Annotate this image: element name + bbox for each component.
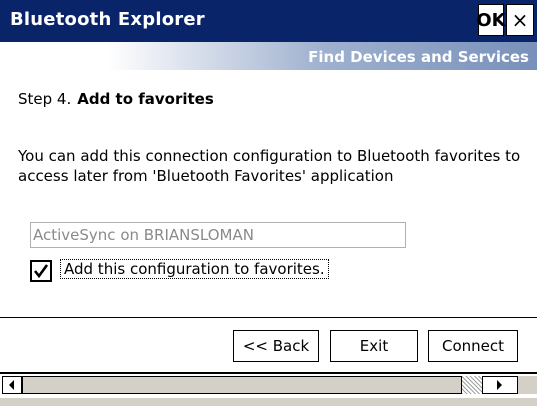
horizontal-scrollbar[interactable] [0, 372, 537, 398]
scrollbar-track[interactable] [462, 376, 482, 394]
favorites-checkbox-label[interactable]: Add this configuration to favorites. [60, 259, 329, 279]
step-heading: Step 4. Add to favorites [18, 90, 214, 108]
right-arrow-icon [497, 380, 502, 390]
exit-button[interactable]: Exit [330, 330, 418, 362]
scrollbar-thumb[interactable] [22, 376, 462, 394]
step-title: Add to favorites [77, 90, 214, 108]
title-bar: Bluetooth Explorer OK × [0, 0, 537, 42]
description-text: You can add this connection configuratio… [18, 147, 521, 185]
scroll-left-button[interactable] [2, 376, 22, 394]
section-header-title: Find Devices and Services [308, 48, 529, 66]
step-number: Step 4. [18, 90, 72, 108]
checkmark-icon [33, 264, 49, 279]
close-button[interactable]: × [506, 4, 534, 36]
favorites-checkbox[interactable] [30, 260, 52, 282]
scrollbar-corner [518, 376, 537, 394]
divider [0, 317, 537, 318]
window-title: Bluetooth Explorer [10, 9, 205, 30]
bottom-edge [0, 398, 537, 406]
back-button[interactable]: << Back [233, 330, 319, 362]
ok-button[interactable]: OK [476, 4, 506, 36]
section-header: Find Devices and Services [0, 42, 537, 70]
configuration-name-field[interactable] [30, 222, 406, 248]
scroll-right-button[interactable] [482, 376, 518, 394]
connect-button[interactable]: Connect [428, 330, 518, 362]
left-arrow-icon [9, 380, 14, 390]
